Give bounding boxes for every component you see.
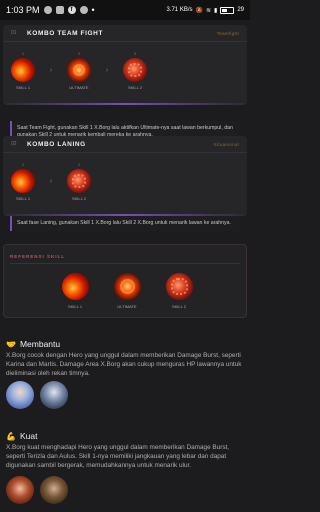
card-tag: Teamfight [216,30,239,36]
kuat-section: 💪 Kuat X.Borg kuat menghadapi Hero yang … [6,431,244,470]
skill-1-icon [11,169,35,193]
combo-team-fight-card: 01 KOMBO TEAM FIGHT Teamfight 1 SKILL 1 … [3,25,247,105]
skill-2-icon [165,273,193,300]
card-number: 02 [11,141,17,147]
skill-1-icon [11,58,35,82]
battery-icon [220,6,235,14]
card-header: 01 KOMBO TEAM FIGHT Teamfight [3,25,247,42]
section-title: Membantu [19,339,61,349]
combo-laning-card: 02 KOMBO LANING Situasional 1 SKILL 1 › … [3,136,247,216]
skill-label: ULTIMATE [69,85,89,90]
card-number: 01 [11,30,17,36]
skill-label: ULTIMATE [117,304,137,309]
skill-label: SKILL 2 [171,304,187,309]
reference-skill: SKILL 2 [159,273,199,309]
arrow-right-icon: › [105,66,109,74]
combo-laning-description: Saat fase Laning, gunakan Skill 1 X.Borg… [10,216,240,232]
reference-skill: ULTIMATE [107,273,147,309]
divider [10,263,240,264]
section-title: Kuat [19,431,38,441]
flexed-biceps-icon: 💪 [6,431,16,441]
section-text: X.Borg cocok dengan Hero yang unggul dal… [6,352,242,377]
membantu-section: 🤝 Membantu X.Borg cocok dengan Hero yang… [6,339,244,378]
skill-2-icon [67,169,91,193]
hero-avatar[interactable] [6,476,34,504]
handshake-icon: 🤝 [6,339,16,349]
ultimate-icon [67,58,91,82]
messenger-icon [79,6,88,14]
step-number: 2 [77,162,81,167]
hero-avatar[interactable] [40,381,68,409]
card-tag: Situasional [213,141,239,147]
section-text: X.Borg kuat menghadapi Hero yang unggul … [6,444,230,469]
step-number: 2 [77,51,81,56]
skill-label: SKILL 1 [15,85,31,90]
reference-title: REFERENSI SKILL [10,254,66,259]
combo-step: 1 SKILL 1 [9,162,37,201]
section-header: 💪 Kuat [6,431,244,441]
hero-avatar-list [6,381,68,409]
ultimate-icon [113,273,141,300]
card-header: 02 KOMBO LANING Situasional [3,136,247,153]
combo-step: 3 SKILL 2 [121,51,149,90]
skill-1-icon [61,273,89,300]
battery-level: 29 [237,7,244,13]
status-time: 1:03 PM [6,5,40,15]
skill-label: SKILL 1 [15,196,31,201]
more-dots-icon: • [91,5,95,15]
arrow-right-icon: › [49,177,53,185]
combo-step: 1 SKILL 1 [9,51,37,90]
arrow-right-icon: › [49,66,53,74]
combo-step: 2 SKILL 2 [65,162,93,201]
mute-icon: 🔕 [195,7,203,14]
wifi-icon: ≋ [205,7,211,14]
combo-sequence: 1 SKILL 1 › 2 SKILL 2 [9,162,93,201]
card-title: KOMBO LANING [27,140,86,148]
card-title: KOMBO TEAM FIGHT [27,29,104,37]
status-bar: 1:03 PM f • 3.71 KB/s 🔕 ≋ ▮ 29 [0,0,250,20]
combo-sequence: 1 SKILL 1 › 2 ULTIMATE › 3 SKILL 2 [9,51,149,90]
skill-label: SKILL 1 [67,304,83,309]
combo-step: 2 ULTIMATE [65,51,93,90]
divider [3,103,247,105]
skill-2-icon [123,58,147,82]
step-number: 1 [21,162,25,167]
section-header: 🤝 Membantu [6,339,244,349]
step-number: 3 [133,51,137,56]
network-speed: 3.71 KB/s [166,7,193,13]
skill-label: SKILL 2 [71,196,87,201]
hero-avatar[interactable] [40,476,68,504]
signal-icon: ▮ [214,7,218,14]
reference-skill: SKILL 1 [55,273,95,309]
notification-icon [43,6,52,14]
skill-label: SKILL 2 [127,85,143,90]
hero-avatar[interactable] [6,381,34,409]
step-number: 1 [21,51,25,56]
reference-skill-card: REFERENSI SKILL SKILL 1 ULTIMATE SKILL 2 [3,244,247,318]
hero-avatar-list [6,476,68,504]
facebook-icon: f [67,6,76,14]
gallery-icon [55,6,64,14]
